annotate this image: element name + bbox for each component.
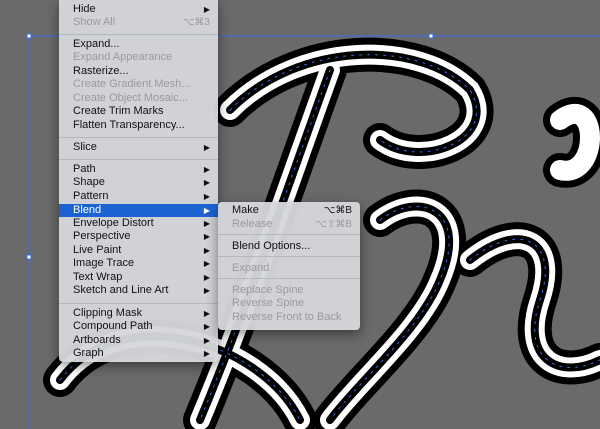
menu-item-label: Blend Options...: [232, 240, 311, 252]
blend-item-blend-options[interactable]: Blend Options...: [218, 240, 360, 254]
submenu-arrow-icon: ▶: [203, 259, 210, 268]
submenu-arrow-icon: ▶: [203, 5, 210, 14]
menu-item-perspective[interactable]: Perspective ▶: [59, 230, 218, 244]
menu-item-pattern[interactable]: Pattern ▶: [59, 190, 218, 204]
object-menu: Hide ▶ Show All ⌥⌘3 Expand... Expand Appearan…: [59, 0, 218, 362]
menu-item-show-all: Show All ⌥⌘3: [59, 16, 218, 30]
menu-item-label: Reverse Spine: [232, 297, 305, 309]
selection-handle: [26, 254, 32, 260]
menu-item-label: Make: [232, 204, 259, 216]
menu-item-label: Compound Path: [73, 320, 153, 332]
menu-item-label: Image Trace: [73, 257, 135, 269]
menu-item-create-trim-marks[interactable]: Create Trim Marks: [59, 105, 218, 119]
submenu-arrow-icon: ▶: [203, 232, 210, 241]
submenu-arrow-icon: ▶: [203, 273, 210, 282]
menu-item-compound-path[interactable]: Compound Path ▶: [59, 320, 218, 334]
menu-item-label: Sketch and Line Art: [73, 284, 169, 296]
submenu-arrow-icon: ▶: [203, 219, 210, 228]
blend-item-reverse-front-to-back: Reverse Front to Back: [218, 311, 360, 325]
menu-item-clipping-mask[interactable]: Clipping Mask ▶: [59, 307, 218, 321]
menu-item-expand[interactable]: Expand...: [59, 38, 218, 52]
menu-item-artboards[interactable]: Artboards ▶: [59, 334, 218, 348]
menu-item-label: Pattern: [73, 190, 109, 202]
submenu-arrow-icon: ▶: [203, 143, 210, 152]
menu-item-label: Live Paint: [73, 244, 122, 256]
submenu-arrow-icon: ▶: [203, 178, 210, 187]
menu-item-label: Expand Appearance: [73, 51, 173, 63]
submenu-arrow-icon: ▶: [203, 246, 210, 255]
menu-item-label: Graph: [73, 347, 104, 359]
menu-item-expand-appearance: Expand Appearance: [59, 51, 218, 65]
menu-separator: [59, 159, 218, 160]
menu-item-label: Slice: [73, 141, 97, 153]
menu-separator: [218, 234, 360, 235]
menu-item-envelope-distort[interactable]: Envelope Distort ▶: [59, 217, 218, 231]
menu-item-label: Path: [73, 163, 96, 175]
shortcut-label: ⌥⌘3: [182, 17, 210, 28]
selection-handle: [26, 33, 32, 39]
blend-item-release: Release ⌥⇧⌘B: [218, 218, 360, 232]
blend-item-expand: Expand: [218, 262, 360, 276]
menu-item-label: Clipping Mask: [73, 307, 143, 319]
menu-item-path[interactable]: Path ▶: [59, 163, 218, 177]
blend-item-reverse-spine: Reverse Spine: [218, 297, 360, 311]
submenu-arrow-icon: ▶: [203, 192, 210, 201]
menu-separator: [218, 278, 360, 279]
menu-item-label: Blend: [73, 203, 102, 216]
menu-item-blend[interactable]: Blend ▶: [59, 203, 218, 217]
submenu-arrow-icon: ▶: [203, 336, 210, 345]
menu-item-label: Text Wrap: [73, 271, 123, 283]
menu-item-create-gradient-mesh: Create Gradient Mesh...: [59, 78, 218, 92]
menu-item-create-object-mosaic: Create Object Mosaic...: [59, 92, 218, 106]
menu-item-label: Shape: [73, 176, 105, 188]
menu-item-label: Create Trim Marks: [73, 105, 164, 117]
menu-item-slice[interactable]: Slice ▶: [59, 141, 218, 155]
menu-item-label: Show All: [73, 16, 116, 28]
menu-item-label: Rasterize...: [73, 65, 129, 77]
menu-item-label: Release: [232, 218, 273, 230]
menu-item-label: Expand...: [73, 38, 120, 50]
selection-handle: [428, 33, 434, 39]
submenu-arrow-icon: ▶: [203, 286, 210, 295]
menu-item-label: Expand: [232, 262, 270, 274]
menu-item-live-paint[interactable]: Live Paint ▶: [59, 244, 218, 258]
menu-item-label: Reverse Front to Back: [232, 311, 342, 323]
blend-item-replace-spine: Replace Spine: [218, 284, 360, 298]
menu-item-label: Create Gradient Mesh...: [73, 78, 191, 90]
menu-item-graph[interactable]: Graph ▶: [59, 347, 218, 361]
menu-separator: [218, 256, 360, 257]
menu-separator: [59, 303, 218, 304]
menu-item-hide[interactable]: Hide ▶: [59, 3, 218, 17]
menu-item-label: Envelope Distort: [73, 217, 154, 229]
menu-item-rasterize[interactable]: Rasterize...: [59, 65, 218, 79]
menu-item-sketch-and-line-art[interactable]: Sketch and Line Art ▶: [59, 284, 218, 298]
submenu-arrow-icon: ▶: [203, 349, 210, 358]
submenu-arrow-icon: ▶: [203, 309, 210, 318]
menu-item-label: Hide: [73, 3, 96, 15]
menu-item-label: Artboards: [73, 334, 121, 346]
menu-item-shape[interactable]: Shape ▶: [59, 176, 218, 190]
menu-item-image-trace[interactable]: Image Trace ▶: [59, 257, 218, 271]
blend-submenu: Make ⌥⌘B Release ⌥⇧⌘B Blend Options... Expand…: [218, 202, 360, 330]
menu-item-label: Perspective: [73, 230, 131, 242]
blend-item-make[interactable]: Make ⌥⌘B: [218, 204, 360, 218]
shortcut-label: ⌥⌘B: [323, 205, 352, 216]
menu-separator: [59, 34, 218, 35]
menu-item-flatten-transparency[interactable]: Flatten Transparency...: [59, 119, 218, 133]
submenu-arrow-icon: ▶: [203, 165, 210, 174]
menu-item-label: Flatten Transparency...: [73, 119, 185, 131]
submenu-arrow-icon: ▶: [203, 205, 210, 215]
menu-item-label: Create Object Mosaic...: [73, 92, 188, 104]
menu-separator: [59, 137, 218, 138]
shortcut-label: ⌥⇧⌘B: [315, 219, 352, 230]
submenu-arrow-icon: ▶: [203, 322, 210, 331]
menu-item-text-wrap[interactable]: Text Wrap ▶: [59, 271, 218, 285]
menu-item-label: Replace Spine: [232, 284, 304, 296]
